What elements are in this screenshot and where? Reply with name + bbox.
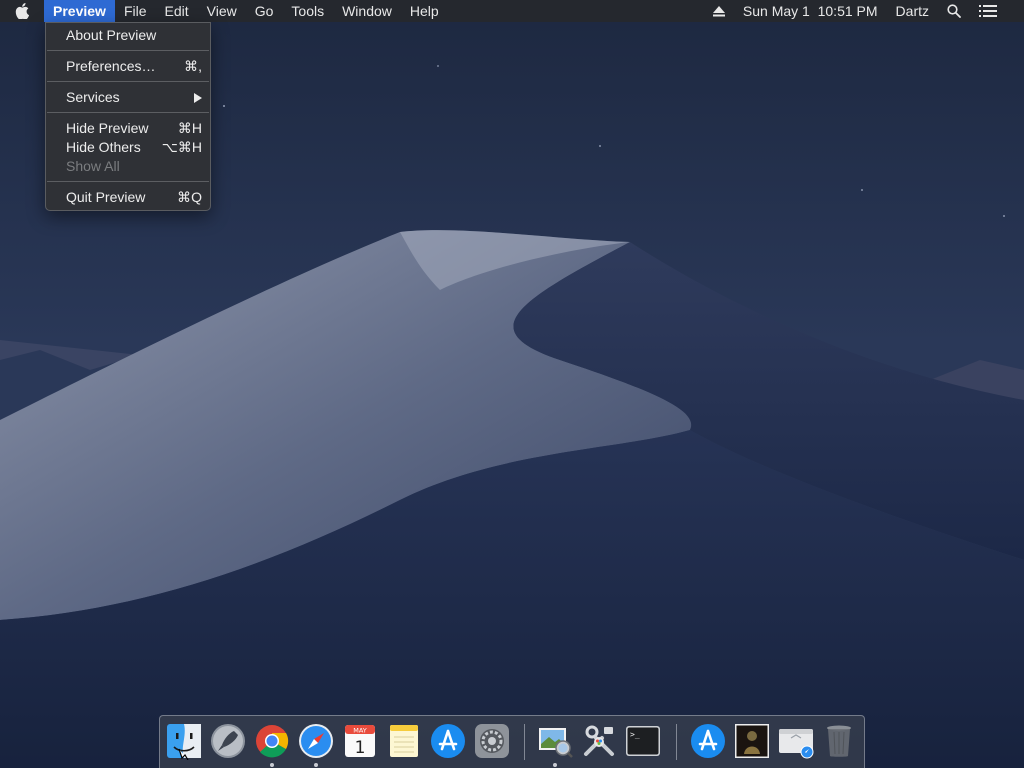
show-all-item: Show All <box>46 157 210 176</box>
menu-edit[interactable]: Edit <box>156 0 198 22</box>
about-preview-label: About Preview <box>66 27 157 43</box>
menu-app-preview[interactable]: Preview <box>44 0 115 22</box>
document-file-icon[interactable] <box>777 722 815 760</box>
preferences-shortcut: ⌘, <box>184 58 202 74</box>
spotlight-search-icon[interactable] <box>938 0 970 22</box>
quit-preview-label: Quit Preview <box>66 189 146 205</box>
menu-bar: Preview File Edit View Go Tools Window H… <box>0 0 1024 22</box>
calendar-icon[interactable]: MAY 1 <box>341 722 379 760</box>
menu-go[interactable]: Go <box>246 0 283 22</box>
calendar-month-text: MAY <box>353 727 367 735</box>
dock-divider <box>524 724 525 760</box>
finder-icon[interactable] <box>165 722 203 761</box>
system-preferences-icon[interactable] <box>473 722 511 760</box>
running-indicator <box>553 763 557 767</box>
menu-view[interactable]: View <box>198 0 246 22</box>
downloads-app-store-icon[interactable] <box>689 722 727 760</box>
safari-icon[interactable] <box>297 722 335 760</box>
trash-icon[interactable] <box>820 722 858 760</box>
services-item[interactable]: Services <box>46 88 210 107</box>
menu-separator <box>47 81 209 82</box>
dock-divider <box>676 724 677 760</box>
preferences-item[interactable]: Preferences… ⌘, <box>46 57 210 76</box>
about-preview-item[interactable]: About Preview <box>46 26 210 45</box>
image-thumbnail-icon[interactable] <box>733 722 771 760</box>
utilities-tools-icon[interactable] <box>580 722 618 760</box>
show-all-label: Show All <box>66 158 120 174</box>
preferences-label: Preferences… <box>66 58 156 74</box>
menu-help[interactable]: Help <box>401 0 448 22</box>
launchpad-icon[interactable] <box>209 722 247 760</box>
calendar-day-text: 1 <box>355 738 366 758</box>
preview-icon[interactable] <box>536 722 574 760</box>
services-label: Services <box>66 89 120 105</box>
app-store-icon[interactable] <box>429 722 467 760</box>
menu-separator <box>47 50 209 51</box>
terminal-icon[interactable]: >_ <box>624 722 662 760</box>
notes-icon[interactable] <box>385 722 423 760</box>
menu-separator <box>47 181 209 182</box>
menu-tools[interactable]: Tools <box>282 0 333 22</box>
chrome-icon[interactable] <box>253 722 291 760</box>
hide-others-item[interactable]: Hide Others ⌥⌘H <box>46 138 210 157</box>
notification-center-icon[interactable] <box>970 0 1006 22</box>
menu-window[interactable]: Window <box>333 0 401 22</box>
apple-menu-icon[interactable] <box>0 0 44 22</box>
menu-file[interactable]: File <box>115 0 156 22</box>
hide-others-label: Hide Others <box>66 139 141 155</box>
hide-preview-shortcut: ⌘H <box>177 120 202 136</box>
preview-app-menu: About Preview Preferences… ⌘, Services H… <box>45 22 211 211</box>
terminal-prompt-text: >_ <box>630 730 640 739</box>
user-name[interactable]: Dartz <box>887 0 938 22</box>
running-indicator <box>314 763 318 767</box>
running-indicator <box>270 763 274 767</box>
menu-separator <box>47 112 209 113</box>
dock: MAY 1 >_ <box>159 715 865 768</box>
quit-preview-item[interactable]: Quit Preview ⌘Q <box>46 188 210 207</box>
clock-datetime[interactable]: Sun May 1 10:51 PM <box>734 0 887 22</box>
hide-others-shortcut: ⌥⌘H <box>161 139 202 155</box>
submenu-arrow-icon <box>194 88 202 107</box>
hide-preview-label: Hide Preview <box>66 120 149 136</box>
hide-preview-item[interactable]: Hide Preview ⌘H <box>46 119 210 138</box>
eject-icon[interactable] <box>704 0 734 22</box>
quit-preview-shortcut: ⌘Q <box>177 189 202 205</box>
